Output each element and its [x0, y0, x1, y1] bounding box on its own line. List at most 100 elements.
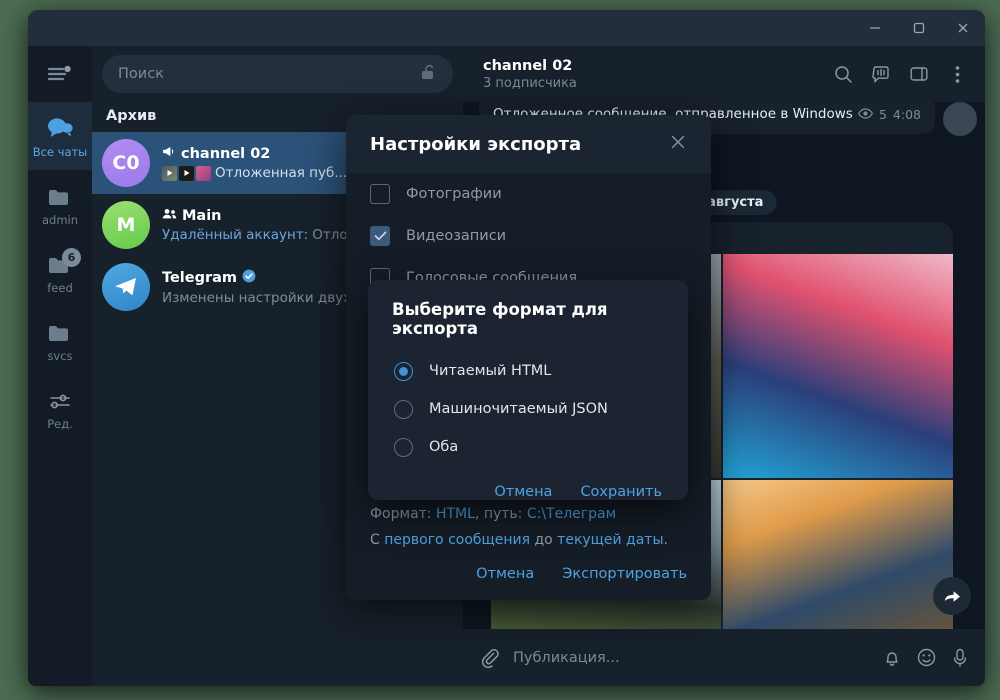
folder-icon: [46, 318, 74, 344]
media-item[interactable]: 5 0:58: [723, 480, 953, 629]
chat-name-text: channel 02: [181, 145, 271, 162]
radio-button[interactable]: [394, 399, 413, 419]
radio-button[interactable]: [394, 437, 413, 457]
message-meta: 5 4:08: [858, 107, 921, 122]
video-thumb-icon: [162, 165, 177, 181]
option-label: Оба: [429, 439, 459, 455]
minimize-button[interactable]: [853, 10, 897, 46]
search-area: Поиск: [92, 46, 463, 102]
sidebar-item-feed[interactable]: 6 feed: [28, 238, 92, 306]
chat-name-text: Telegram: [162, 269, 238, 286]
export-dialog-buttons: Отмена Экспортировать: [370, 558, 687, 582]
sliders-icon: [46, 386, 74, 412]
window-titlebar: [28, 10, 985, 46]
close-button[interactable]: [941, 10, 985, 46]
avatar: C0: [102, 139, 150, 187]
avatar: [102, 263, 150, 311]
unlocked-padlock-icon[interactable]: [420, 63, 437, 85]
sidebar-item-all-chats[interactable]: Все чаты: [28, 102, 92, 170]
snippet-text: Изменены настройки двух...: [162, 289, 365, 306]
chats-icon: [46, 114, 74, 140]
export-cancel-button[interactable]: Отмена: [476, 566, 534, 582]
close-icon[interactable]: [669, 133, 687, 155]
range-to-link[interactable]: текущей даты: [557, 532, 663, 548]
paperclip-icon[interactable]: [479, 647, 499, 668]
search-icon[interactable]: [827, 58, 859, 90]
telegram-window: Все чаты admin 6 feed svcs Ред. Поиск Ар…: [28, 10, 985, 686]
bell-icon[interactable]: [882, 647, 902, 668]
chat-subtitle: 3 подписчика: [483, 75, 577, 91]
sidebar-item-svcs[interactable]: svcs: [28, 306, 92, 374]
range-from-link[interactable]: первого сообщения: [384, 532, 530, 548]
chat-header-info[interactable]: channel 02 3 подписчика: [483, 58, 577, 91]
format-option-json[interactable]: Машиночитаемый JSON: [368, 390, 688, 428]
path-mid: , путь:: [474, 506, 527, 522]
message-composer: Публикация...: [463, 629, 985, 686]
option-label: Видеозаписи: [406, 228, 507, 244]
eye-icon: [858, 107, 873, 122]
format-option-both[interactable]: Оба: [368, 428, 688, 466]
view-count: 5: [878, 106, 887, 122]
search-input[interactable]: Поиск: [102, 55, 453, 93]
range-prefix: С: [370, 532, 385, 548]
format-save-button[interactable]: Сохранить: [580, 484, 662, 500]
format-option-html[interactable]: Читаемый HTML: [368, 352, 688, 390]
chat-header: channel 02 3 подписчика: [463, 46, 985, 102]
range-mid: до: [530, 532, 558, 548]
sidebar-rail: Все чаты admin 6 feed svcs Ред.: [28, 46, 92, 686]
export-dialog-footer: Формат: HTML, путь: C:\Телеграм С первог…: [346, 506, 711, 600]
sidebar-item-admin[interactable]: admin: [28, 170, 92, 238]
forward-button[interactable]: [933, 577, 971, 615]
stories-icon[interactable]: [865, 58, 897, 90]
search-placeholder: Поиск: [118, 66, 164, 82]
group-icon: [162, 208, 177, 224]
more-vertical-icon[interactable]: [941, 58, 973, 90]
hamburger-menu-icon[interactable]: [28, 46, 92, 102]
telegram-logo-icon: [115, 278, 136, 296]
sidebar-item-label: svcs: [47, 348, 73, 363]
message-time: 4:08: [892, 106, 921, 122]
media-thumbnails: [162, 165, 211, 181]
checkbox[interactable]: [370, 184, 390, 204]
sidebar-item-label: feed: [47, 280, 73, 295]
export-dialog-title: Настройки экспорта: [370, 133, 582, 155]
sidebar-item-label: admin: [41, 212, 79, 227]
smiley-icon[interactable]: [916, 647, 937, 668]
photo-thumb-icon: [196, 165, 211, 181]
maximize-button[interactable]: [897, 10, 941, 46]
range-suffix: .: [663, 532, 668, 548]
video-thumb-icon: [179, 165, 194, 181]
format-cancel-button[interactable]: Отмена: [494, 484, 552, 500]
sidebar-item-edit[interactable]: Ред.: [28, 374, 92, 442]
message-input[interactable]: Публикация...: [513, 650, 868, 666]
checkbox[interactable]: [370, 226, 390, 246]
path-format-link[interactable]: HTML: [436, 506, 475, 522]
format-select-dialog: Выберите формат для экспорта Читаемый HT…: [368, 280, 688, 500]
chat-name-text: Main: [182, 207, 222, 224]
format-dialog-buttons: Отмена Сохранить: [368, 466, 688, 500]
avatar-initials: C0: [112, 152, 140, 174]
path-prefix: Формат:: [370, 506, 436, 522]
media-item[interactable]: [723, 254, 953, 478]
export-option-videos[interactable]: Видеозаписи: [346, 215, 711, 257]
export-format-path-line: Формат: HTML, путь: C:\Телеграм: [370, 506, 687, 522]
panel-icon[interactable]: [903, 58, 935, 90]
sidebar-item-label: Ред.: [47, 416, 73, 431]
option-label: Фотографии: [406, 186, 502, 202]
desktop-background: Все чаты admin 6 feed svcs Ред. Поиск Ар…: [0, 0, 1000, 700]
snippet-text: Отложенная пуб...: [215, 165, 348, 181]
path-link[interactable]: C:\Телеграм: [527, 506, 616, 522]
microphone-icon[interactable]: [951, 647, 969, 669]
export-confirm-button[interactable]: Экспортировать: [562, 566, 687, 582]
radio-button[interactable]: [394, 361, 413, 381]
folder-icon: [46, 182, 74, 208]
export-dialog-header: Настройки экспорта: [346, 115, 711, 173]
format-dialog-title: Выберите формат для экспорта: [392, 300, 608, 338]
verified-badge-icon: [242, 269, 256, 287]
avatar-initials: M: [116, 214, 136, 236]
sidebar-item-label: Все чаты: [32, 144, 88, 159]
export-option-photos[interactable]: Фотографии: [346, 173, 711, 215]
avatar: [943, 102, 977, 136]
megaphone-icon: [162, 145, 176, 162]
feed-unread-badge: 6: [62, 248, 81, 267]
